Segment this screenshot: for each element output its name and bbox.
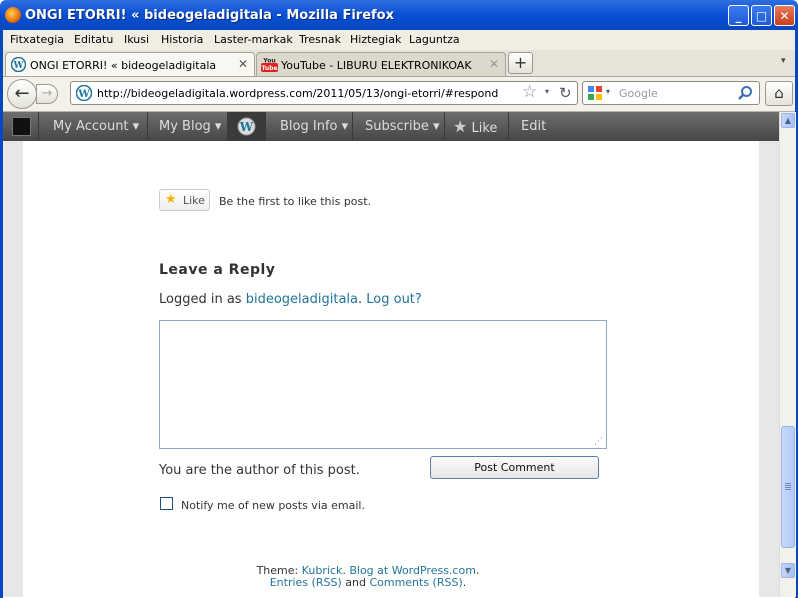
menu-bar: Fitxategia Editatu Ikusi Historia Laster… <box>0 30 798 50</box>
google-search-engine-icon[interactable] <box>587 85 603 101</box>
menu-file[interactable]: Fitxategia <box>10 33 64 46</box>
logged-in-text: Logged in as bideogeladigitala. Log out? <box>159 292 422 307</box>
post-comment-button[interactable]: Post Comment <box>430 456 599 479</box>
search-input[interactable]: Google <box>619 87 658 100</box>
history-dropdown-icon[interactable]: ▾ <box>545 87 549 96</box>
scroll-up-icon[interactable]: ▲ <box>781 113 795 128</box>
tab-label: ONGI ETORRI! « bideogeladigitala <box>30 59 217 72</box>
navigation-toolbar: ← → W http://bideogeladigitala.wordpress… <box>3 77 795 112</box>
close-window-button[interactable]: ✕ <box>774 5 795 26</box>
home-icon[interactable]: ⌂ <box>765 81 793 106</box>
svg-text:You: You <box>262 58 275 65</box>
menu-dictionaries[interactable]: Hiztegiak <box>350 33 401 46</box>
site-identity-icon[interactable]: W <box>76 85 92 101</box>
tab-label: YouTube - LIBURU ELEKTRONIKOAK <box>281 59 472 72</box>
reply-heading: Leave a Reply <box>159 262 276 278</box>
menu-history[interactable]: Historia <box>161 33 203 46</box>
search-box[interactable]: ▾ Google <box>582 81 760 105</box>
new-tab-button[interactable]: + <box>508 52 533 74</box>
reload-icon[interactable]: ↻ <box>559 84 572 102</box>
menu-view[interactable]: Ikusi <box>124 33 149 46</box>
subscribe-menu[interactable]: Subscribe ▾ <box>353 112 445 141</box>
like-post-label: Like <box>183 194 205 207</box>
window-titlebar: ONGI ETORRI! « bideogeladigitala - Mozil… <box>0 0 798 30</box>
svg-text:W: W <box>12 61 24 71</box>
menu-edit[interactable]: Editatu <box>74 33 113 46</box>
site-footer: Theme: Kubrick. Blog at WordPress.com. E… <box>0 565 736 589</box>
admin-bar-avatar[interactable] <box>3 112 39 141</box>
tab-bar: W ONGI ETORRI! « bideogeladigitala ✕ You… <box>3 50 795 77</box>
url-bar[interactable]: W http://bideogeladigitala.wordpress.com… <box>70 81 578 105</box>
my-account-menu[interactable]: My Account ▾ <box>38 112 148 141</box>
post-text-remnant <box>23 141 759 144</box>
svg-text:W: W <box>239 120 254 134</box>
maximize-button[interactable]: □ <box>751 5 772 26</box>
firefox-icon <box>5 7 21 23</box>
logged-in-prefix: Logged in as <box>159 292 242 307</box>
star-icon: ★ <box>453 117 468 136</box>
like-status-text: Be the first to like this post. <box>219 195 372 208</box>
wordpress-logo-icon: W <box>237 117 256 136</box>
tab-ongi-etorri[interactable]: W ONGI ETORRI! « bideogeladigitala ✕ <box>5 52 255 76</box>
author-note: You are the author of this post. <box>159 463 360 478</box>
wordpress-icon: W <box>11 57 26 72</box>
bookmark-star-icon[interactable]: ☆ <box>522 82 537 102</box>
tab-close-icon[interactable]: ✕ <box>238 57 248 71</box>
like-star-icon: ★ <box>165 192 177 207</box>
list-tabs-icon[interactable]: ▾ <box>781 56 786 66</box>
like-button-admin[interactable]: ★ Like <box>445 112 509 141</box>
comment-textarea[interactable]: ⋰ <box>159 320 607 449</box>
svg-text:Tube: Tube <box>261 65 277 72</box>
notify-label: Notify me of new posts via email. <box>181 499 365 512</box>
tab-youtube[interactable]: You Tube YouTube - LIBURU ELEKTRONIKOAK ✕ <box>256 52 506 76</box>
tab-close-icon[interactable]: ✕ <box>489 57 499 71</box>
svg-text:W: W <box>77 89 90 100</box>
search-engine-dropdown-icon[interactable]: ▾ <box>606 87 610 96</box>
notify-checkbox[interactable] <box>160 497 173 510</box>
youtube-icon: YouTube <box>261 58 278 72</box>
resize-grip-icon[interactable]: ⋰ <box>594 437 603 447</box>
my-blog-menu[interactable]: My Blog ▾ <box>148 112 228 141</box>
wordpress-admin-bar: My Account ▾ My Blog ▾ W Blog Info ▾ Sub… <box>3 112 779 141</box>
menu-tools[interactable]: Tresnak <box>299 33 341 46</box>
avatar-icon <box>12 117 31 136</box>
wordpress-logo-button[interactable]: W <box>228 112 266 141</box>
logout-link[interactable]: Log out? <box>366 292 422 307</box>
window-title: ONGI ETORRI! « bideogeladigitala - Mozil… <box>25 8 394 23</box>
blog-info-menu[interactable]: Blog Info ▾ <box>265 112 353 141</box>
comments-rss-link[interactable]: Comments (RSS) <box>369 576 462 589</box>
footer-line-2: Entries (RSS) and Comments (RSS). <box>269 576 467 589</box>
menu-help[interactable]: Laguntza <box>409 33 460 46</box>
like-post-button[interactable]: ★ Like <box>159 189 210 211</box>
edit-link[interactable]: Edit <box>509 112 559 141</box>
thumb-grip <box>785 483 791 484</box>
menu-bookmarks[interactable]: Laster-markak <box>214 33 293 46</box>
forward-arrow-icon[interactable]: → <box>36 84 58 104</box>
url-text[interactable]: http://bideogeladigitala.wordpress.com/2… <box>97 87 498 100</box>
footer-and: and <box>345 576 366 589</box>
scrollbar-thumb[interactable] <box>781 426 795 548</box>
scroll-down-icon[interactable]: ▼ <box>781 563 795 578</box>
entries-rss-link[interactable]: Entries (RSS) <box>270 576 342 589</box>
like-label: Like <box>471 121 498 136</box>
minimize-button[interactable]: _ <box>728 5 749 26</box>
username-link[interactable]: bideogeladigitala <box>246 292 358 307</box>
back-arrow-icon[interactable]: ← <box>7 79 37 109</box>
vertical-scrollbar[interactable]: ▲ ▼ <box>779 112 796 597</box>
search-magnifier-icon[interactable] <box>737 85 753 101</box>
